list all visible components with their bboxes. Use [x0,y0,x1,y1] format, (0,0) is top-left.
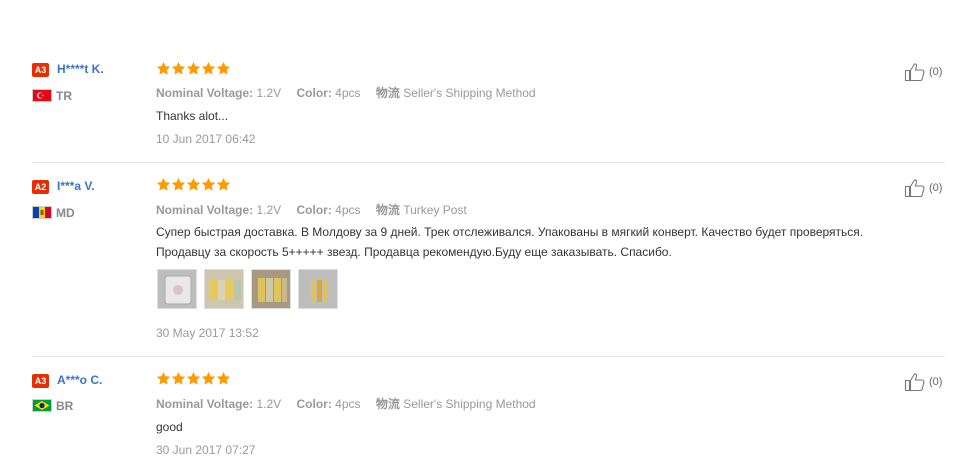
shipping-value: Seller's Shipping Method [403,86,536,100]
thumbs-up-icon [904,372,928,392]
review-photos [157,269,338,309]
review-divider [32,162,945,163]
review-text-line: Супер быстрая доставка. В Молдову за 9 д… [156,225,864,239]
star-icon [156,371,171,386]
review-date: 10 Jun 2017 06:42 [156,132,256,146]
review-text-line: good [156,420,183,434]
star-icon [216,371,231,386]
rating-stars [156,177,231,193]
helpful-count: (0) [929,376,943,388]
country-flag-icon [32,206,52,219]
rating-stars [156,371,231,387]
review-date: 30 May 2017 13:52 [156,326,259,340]
review-photo-thumbnail[interactable] [157,269,197,309]
rating-stars [156,61,231,77]
star-icon [171,371,186,386]
color-value: 4pcs [335,397,361,411]
star-icon [171,177,186,192]
voltage-label: Nominal Voltage: [156,397,254,411]
shipping-label: 物流 [375,86,400,100]
helpful-count: (0) [929,66,943,78]
order-attributes: Nominal Voltage: 1.2V Color: 4pcs 物流 Tur… [156,201,479,218]
color-label: Color: [296,397,332,411]
buyer-name: A***o C. [57,373,103,387]
review-photo-thumbnail[interactable] [251,269,291,309]
country-code: BR [56,399,74,413]
star-icon [171,61,186,76]
buyer-name: H****t K. [57,62,104,76]
review-photo-thumbnail[interactable] [204,269,244,309]
star-icon [156,61,171,76]
star-icon [186,177,201,192]
review-photo-thumbnail[interactable] [298,269,338,309]
review-text-line: Thanks alot... [156,109,229,123]
order-attributes: Nominal Voltage: 1.2V Color: 4pcs 物流 Sel… [156,395,548,412]
voltage-label: Nominal Voltage: [156,203,254,217]
shipping-value: Seller's Shipping Method [403,397,536,411]
buyer-level-badge: A2 [32,180,49,194]
review-text: good [156,417,183,437]
shipping-label: 物流 [375,397,400,411]
color-label: Color: [296,203,332,217]
buyer-name: I***a V. [57,179,95,193]
voltage-label: Nominal Voltage: [156,86,254,100]
voltage-value: 1.2V [256,397,282,411]
buyer-level-badge: A3 [32,374,49,388]
star-icon [201,177,216,192]
country-code: TR [56,89,72,103]
voltage-value: 1.2V [256,203,282,217]
thumbs-up-icon [904,62,928,82]
star-icon [201,371,216,386]
country-flag-icon [32,399,52,412]
star-icon [186,61,201,76]
color-value: 4pcs [335,86,361,100]
helpful-button[interactable]: (0) [904,62,942,82]
review-text: Супер быстрая доставка. В Молдову за 9 д… [156,222,863,262]
country-flag-icon [32,89,52,102]
star-icon [156,177,171,192]
helpful-button[interactable]: (0) [904,372,942,392]
review-divider [32,356,945,357]
review-text-line: Продавцу за скорость 5+++++ звезд. Прода… [156,245,672,259]
star-icon [216,177,231,192]
star-icon [186,371,201,386]
voltage-value: 1.2V [256,86,282,100]
buyer-level-badge: A3 [32,63,49,77]
helpful-button[interactable]: (0) [904,178,942,198]
country-code: MD [56,206,75,220]
shipping-label: 物流 [375,203,400,217]
shipping-value: Turkey Post [403,203,467,217]
star-icon [201,61,216,76]
color-value: 4pcs [335,203,361,217]
review-date: 30 Jun 2017 07:27 [156,443,256,457]
color-label: Color: [296,86,332,100]
order-attributes: Nominal Voltage: 1.2V Color: 4pcs 物流 Sel… [156,84,548,101]
thumbs-up-icon [904,178,928,198]
helpful-count: (0) [929,182,943,194]
review-text: Thanks alot... [156,106,228,126]
star-icon [216,61,231,76]
